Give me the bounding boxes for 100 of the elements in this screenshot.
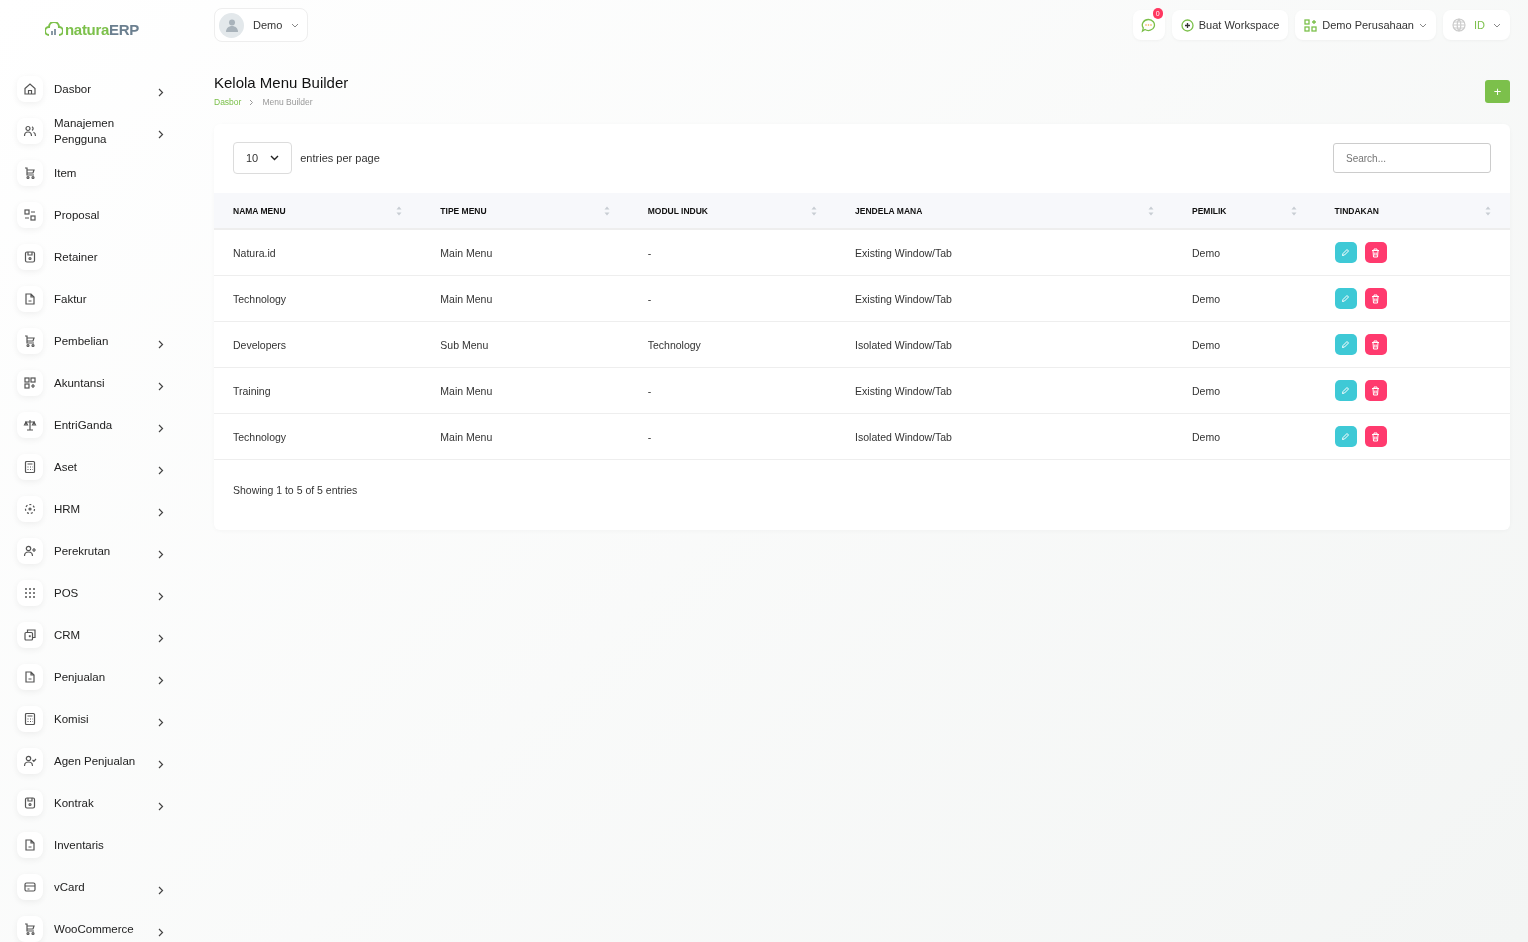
plus-circle-icon xyxy=(1180,18,1194,32)
column-header[interactable]: MODUL INDUK xyxy=(647,205,708,216)
doc-icon xyxy=(17,664,43,690)
doc-icon xyxy=(17,286,43,312)
table-cell: Technology xyxy=(647,338,701,351)
trash-icon xyxy=(1371,339,1381,350)
edit-button[interactable] xyxy=(1334,380,1357,401)
pencil-icon xyxy=(1341,432,1351,441)
sidebar-item[interactable]: Inventaris xyxy=(54,837,150,853)
entries-summary: Showing 1 to 5 of 5 entries xyxy=(232,483,359,496)
card-icon xyxy=(17,874,43,900)
page-size-label: entries per page xyxy=(300,152,380,164)
search-field[interactable]: Search... xyxy=(1333,143,1491,173)
sort-icon[interactable] xyxy=(396,205,403,216)
sidebar-item[interactable]: WooCommerce xyxy=(54,921,150,937)
table-cell: - xyxy=(647,292,652,305)
trash-icon xyxy=(1371,293,1381,304)
sort-icon[interactable] xyxy=(811,205,818,216)
avatar-icon xyxy=(219,12,244,38)
table-cell: Training xyxy=(233,384,271,397)
pencil-icon xyxy=(1341,294,1351,303)
sidebar-item[interactable]: Item xyxy=(54,165,150,181)
sidebar-item[interactable]: Retainer xyxy=(54,249,150,265)
table-cell: Existing Window/Tab xyxy=(855,292,952,305)
delete-button[interactable] xyxy=(1364,426,1387,447)
table-cell: Main Menu xyxy=(440,246,493,259)
sidebar-item[interactable]: HRM xyxy=(54,501,150,517)
table-cell: Demo xyxy=(1192,430,1221,443)
sidebar-item[interactable]: POS xyxy=(54,585,150,601)
chat-bubble-icon xyxy=(1141,17,1157,33)
column-header[interactable]: TIPE MENU xyxy=(440,205,487,216)
trash-icon xyxy=(1371,431,1381,442)
sidebar-item[interactable]: vCard xyxy=(54,879,150,895)
users-icon xyxy=(17,118,43,144)
create-workspace-button[interactable]: Buat Workspace xyxy=(1171,10,1289,40)
sidebar-item[interactable]: Pembelian xyxy=(54,333,150,349)
table-cell: Main Menu xyxy=(440,292,493,305)
page-size-select[interactable]: 10 xyxy=(233,142,293,174)
sort-icon[interactable] xyxy=(1290,205,1297,216)
delete-button[interactable] xyxy=(1364,334,1387,355)
table-cell: Technology xyxy=(233,430,287,443)
caret-icon xyxy=(291,22,300,28)
company-select[interactable]: Demo Perusahaan xyxy=(1295,10,1436,40)
calc-icon xyxy=(17,706,43,732)
edit-button[interactable] xyxy=(1334,288,1357,309)
page-title: Kelola Menu Builder xyxy=(214,74,349,91)
pencil-icon xyxy=(1341,386,1351,395)
sidebar-item[interactable]: Agen Penjualan xyxy=(54,753,150,769)
globe-icon xyxy=(1452,18,1466,32)
edit-button[interactable] xyxy=(1334,426,1357,447)
sidebar-item[interactable]: CRM xyxy=(54,627,150,643)
copy-icon xyxy=(17,622,43,648)
sidebar-item[interactable]: Penjualan xyxy=(54,669,150,685)
table-cell: - xyxy=(647,384,652,397)
table-cell: Demo xyxy=(1192,384,1221,397)
sort-icon[interactable] xyxy=(603,205,610,216)
edit-button[interactable] xyxy=(1334,242,1357,263)
pencil-icon xyxy=(1341,248,1351,257)
column-header[interactable]: NAMA MENU xyxy=(233,205,286,216)
edit-button[interactable] xyxy=(1334,334,1357,355)
sidebar-item[interactable]: Dasbor xyxy=(54,81,150,97)
table-cell: Demo xyxy=(1192,246,1221,259)
calc-icon xyxy=(17,454,43,480)
delete-button[interactable] xyxy=(1364,242,1387,263)
home-icon xyxy=(17,76,43,102)
table-cell: Isolated Window/Tab xyxy=(855,338,952,351)
trash-icon xyxy=(1371,247,1381,258)
table-cell: Developers xyxy=(233,338,287,351)
table-cell: Demo xyxy=(1192,338,1221,351)
cart-icon xyxy=(17,328,43,354)
cart-icon xyxy=(17,160,43,186)
delete-button[interactable] xyxy=(1364,288,1387,309)
sidebar-item[interactable]: EntriGanda xyxy=(54,417,150,433)
sidebar-item[interactable]: Perekrutan xyxy=(54,543,150,559)
sidebar-item[interactable]: Manajemen Pengguna xyxy=(54,115,150,147)
caret-icon xyxy=(1493,22,1501,28)
delete-button[interactable] xyxy=(1364,380,1387,401)
column-header[interactable]: TINDAKAN xyxy=(1334,205,1379,216)
sidebar-item[interactable]: Faktur xyxy=(54,291,150,307)
usercheck-icon xyxy=(17,748,43,774)
user-menu[interactable]: Demo xyxy=(214,8,309,42)
column-header[interactable]: PEMILIK xyxy=(1192,205,1227,216)
table-cell: Demo xyxy=(1192,292,1221,305)
grid-icon xyxy=(17,370,43,396)
sidebar-item[interactable]: Proposal xyxy=(54,207,150,223)
sort-icon[interactable] xyxy=(1485,205,1491,216)
useradd-icon xyxy=(17,538,43,564)
chevron-right-icon xyxy=(249,98,255,106)
sidebar-item[interactable]: Komisi xyxy=(54,711,150,727)
breadcrumb-item: Menu Builder xyxy=(262,97,313,107)
column-header[interactable]: JENDELA MANA xyxy=(855,205,923,216)
caret-icon xyxy=(1419,22,1427,28)
table-cell: Technology xyxy=(233,292,287,305)
table-cell: Existing Window/Tab xyxy=(855,246,952,259)
sidebar-item[interactable]: Akuntansi xyxy=(54,375,150,391)
sidebar-item[interactable]: Aset xyxy=(54,459,150,475)
cloud-logo-icon xyxy=(45,22,63,36)
table-cell: - xyxy=(647,430,652,443)
sidebar-item[interactable]: Kontrak xyxy=(54,795,150,811)
sort-icon[interactable] xyxy=(1148,205,1155,216)
